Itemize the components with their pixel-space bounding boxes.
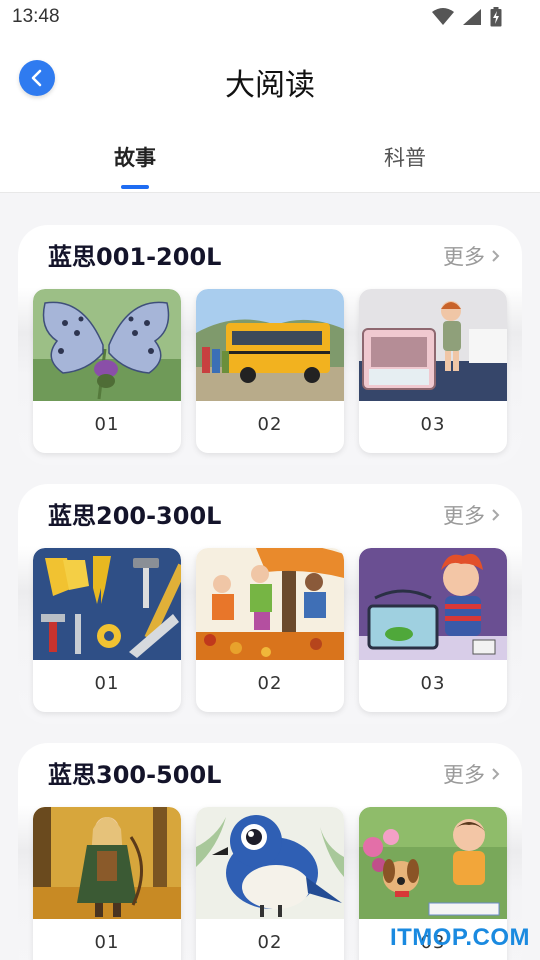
app-header: 大阅读	[0, 36, 540, 124]
tab-bar: 故事 科普	[0, 124, 540, 193]
section-title: 蓝思200-300L	[48, 502, 222, 530]
book-card[interactable]: 03	[359, 289, 507, 453]
book-label: 01	[94, 414, 120, 435]
more-link[interactable]: 更多	[443, 759, 500, 789]
tab-active-indicator	[121, 185, 149, 189]
book-card[interactable]: 01	[33, 807, 181, 960]
book-cover	[33, 807, 181, 919]
book-card[interactable]: 02	[196, 289, 344, 453]
section-lexile-200-300: 蓝思200-300L 更多 01 02 03	[18, 484, 522, 724]
book-card[interactable]: 02	[196, 548, 344, 712]
book-label: 01	[94, 932, 120, 953]
book-label: 03	[420, 414, 446, 435]
book-cover	[33, 289, 181, 401]
content-list: 蓝思001-200L 更多 01 02 03 蓝思200-300L 更多 01 …	[0, 193, 540, 960]
book-label: 02	[257, 414, 283, 435]
book-cover	[196, 548, 344, 660]
book-card[interactable]: 01	[33, 289, 181, 453]
page-title: 大阅读	[225, 68, 315, 103]
section-title: 蓝思300-500L	[48, 761, 222, 789]
more-label: 更多	[443, 245, 485, 269]
book-cover	[196, 289, 344, 401]
book-label: 02	[257, 673, 283, 694]
more-link[interactable]: 更多	[443, 241, 500, 271]
more-link[interactable]: 更多	[443, 500, 500, 530]
status-time: 13:48	[12, 6, 60, 27]
book-label: 01	[94, 673, 120, 694]
signal-icon	[463, 9, 481, 25]
status-bar: 13:48	[0, 0, 540, 36]
book-cover	[33, 548, 181, 660]
book-card[interactable]: 01	[33, 548, 181, 712]
tab-story[interactable]: 故事	[114, 142, 156, 172]
battery-charging-icon	[490, 7, 502, 27]
book-card[interactable]: 03	[359, 548, 507, 712]
wifi-icon	[432, 8, 454, 25]
chevron-right-icon	[492, 250, 500, 262]
system-icons	[432, 7, 502, 27]
book-cover	[359, 289, 507, 401]
book-label: 02	[257, 932, 283, 953]
section-lexile-001-200: 蓝思001-200L 更多 01 02 03	[18, 225, 522, 465]
more-label: 更多	[443, 763, 485, 787]
book-cover	[359, 807, 507, 919]
chevron-right-icon	[492, 768, 500, 780]
watermark: ITMOP.COM	[389, 924, 530, 951]
book-label: 03	[420, 673, 446, 694]
section-title: 蓝思001-200L	[48, 243, 222, 271]
more-label: 更多	[443, 504, 485, 528]
book-card[interactable]: 02	[196, 807, 344, 960]
chevron-right-icon	[492, 509, 500, 521]
book-cover	[196, 807, 344, 919]
tab-science[interactable]: 科普	[384, 142, 426, 172]
book-cover	[359, 548, 507, 660]
